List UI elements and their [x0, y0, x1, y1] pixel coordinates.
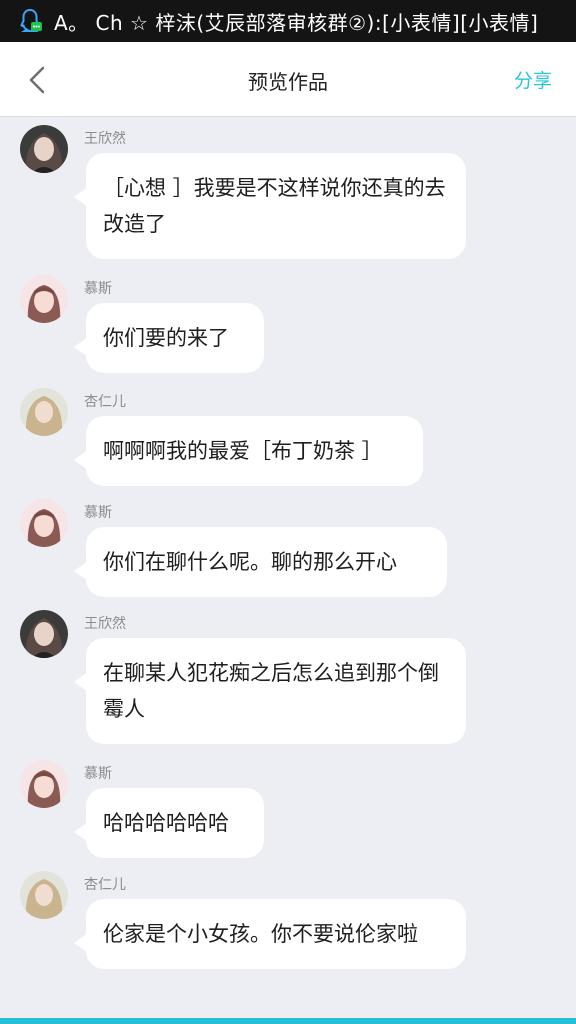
sender-name: 慕斯 [84, 281, 112, 297]
avatar-dark-hair [20, 125, 68, 173]
chat-feed[interactable]: 王欣然 ［心想 ］我要是不这样说你还真的去改造了 慕斯 你们要的来了 杏仁儿 啊… [0, 117, 576, 1017]
avatar-blonde-girl [20, 871, 68, 919]
top-bar: 预览作品 分享 [0, 42, 576, 117]
avatar[interactable] [20, 388, 68, 436]
sender-name: 慕斯 [84, 505, 112, 521]
avatar[interactable] [20, 499, 68, 547]
avatar-dark-hair [20, 610, 68, 658]
message-bubble[interactable]: 哈哈哈哈哈哈 [74, 788, 264, 858]
sender-name: 杏仁儿 [84, 394, 126, 410]
share-button[interactable]: 分享 [514, 66, 552, 93]
avatar[interactable] [20, 275, 68, 323]
avatar-pink-girl [20, 275, 68, 323]
page-title: 预览作品 [248, 70, 328, 94]
avatar[interactable] [20, 125, 68, 173]
avatar-pink-girl [20, 499, 68, 547]
message-bubble[interactable]: ［心想 ］我要是不这样说你还真的去改造了 [74, 153, 466, 259]
qq-penguin-icon [20, 8, 42, 32]
status-bar: A。 Ch ☆ 梓沫(艾辰部落审核群②):[小表情][小表情] [0, 0, 576, 42]
avatar[interactable] [20, 871, 68, 919]
avatar[interactable] [20, 610, 68, 658]
bottom-accent-bar [0, 1018, 576, 1024]
sender-name: 王欣然 [84, 616, 126, 632]
message-bubble[interactable]: 啊啊啊我的最爱［布丁奶茶 ］ [74, 416, 423, 486]
sender-name: 杏仁儿 [84, 877, 126, 893]
sender-name: 王欣然 [84, 131, 126, 147]
message-bubble[interactable]: 伦家是个小女孩。你不要说伦家啦 [74, 899, 466, 969]
avatar-blonde-girl [20, 388, 68, 436]
avatar[interactable] [20, 760, 68, 808]
notification-ticker: A。 Ch ☆ 梓沫(艾辰部落审核群②):[小表情][小表情] [54, 10, 539, 35]
sender-name: 慕斯 [84, 766, 112, 782]
message-bubble[interactable]: 你们要的来了 [74, 303, 264, 373]
message-bubble[interactable]: 在聊某人犯花痴之后怎么追到那个倒霉人 [74, 638, 466, 744]
avatar-pink-girl [20, 760, 68, 808]
message-bubble[interactable]: 你们在聊什么呢。聊的那么开心 [74, 527, 447, 597]
